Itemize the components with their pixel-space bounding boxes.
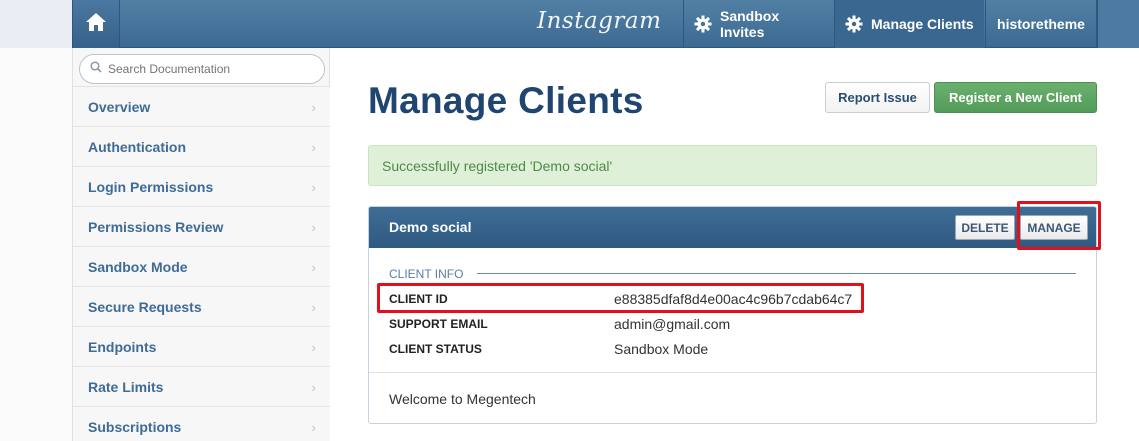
sidebar-item-login-permissions[interactable]: Login Permissions › [73, 166, 330, 206]
sidebar-item-overview[interactable]: Overview › [73, 86, 330, 126]
sidebar-item-authentication[interactable]: Authentication › [73, 126, 330, 166]
search-icon [90, 60, 102, 78]
sidebar-item-secure-requests[interactable]: Secure Requests › [73, 286, 330, 326]
search-box[interactable] [79, 54, 325, 84]
sidebar-item-label: Sandbox Mode [88, 258, 188, 275]
instagram-logo[interactable]: Instagram [537, 8, 661, 40]
sidebar-item-label: Overview [88, 98, 151, 115]
page-title: Manage Clients [368, 80, 644, 121]
support-email-row: SUPPORT EMAIL admin@gmail.com [389, 315, 730, 333]
nav-manage-clients[interactable]: Manage Clients [834, 0, 984, 48]
chevron-right-icon: › [311, 298, 316, 315]
navbar-left-spacer [0, 0, 72, 48]
success-alert-text: Successfully registered 'Demo social' [382, 157, 613, 174]
success-alert: Successfully registered 'Demo social' [368, 145, 1097, 186]
nav-sandbox-invites-label: Sandbox Invites [720, 8, 780, 40]
navbar-right-spacer [1097, 0, 1139, 48]
sidebar-item-sandbox-mode[interactable]: Sandbox Mode › [73, 246, 330, 286]
sidebar-item-label: Secure Requests [88, 298, 202, 315]
sidebar-nav-list: Overview › Authentication › Login Permis… [73, 86, 330, 441]
client-card: Demo social DELETE MANAGE CLIENT INFO CL… [368, 206, 1097, 424]
sidebar-item-label: Authentication [88, 138, 186, 155]
home-icon [85, 12, 107, 37]
support-email-label: SUPPORT EMAIL [389, 317, 488, 331]
gear-icon [845, 15, 863, 33]
client-status-row: CLIENT STATUS Sandbox Mode [389, 340, 708, 358]
report-issue-button[interactable]: Report Issue [825, 82, 930, 113]
chevron-right-icon: › [311, 138, 316, 155]
chevron-right-icon: › [311, 258, 316, 275]
sidebar-item-label: Rate Limits [88, 378, 164, 395]
chevron-right-icon: › [311, 338, 316, 355]
sidebar-item-label: Subscriptions [88, 418, 182, 435]
sidebar-item-subscriptions[interactable]: Subscriptions › [73, 406, 330, 441]
chevron-right-icon: › [311, 98, 316, 115]
card-divider [369, 372, 1096, 373]
support-email-value: admin@gmail.com [614, 316, 731, 332]
client-info-heading: CLIENT INFO [389, 267, 464, 281]
page-left-margin [0, 48, 72, 441]
nav-username-label: historetheme [997, 16, 1085, 32]
client-id-highlight [377, 283, 864, 313]
delete-client-button[interactable]: DELETE [955, 215, 1015, 240]
top-navbar: Instagram Sandbox Invites Manage Clients… [0, 0, 1139, 48]
client-description: Welcome to Megentech [389, 391, 536, 407]
nav-manage-clients-label: Manage Clients [871, 16, 974, 32]
chevron-right-icon: › [311, 378, 316, 395]
sidebar-item-permissions-review[interactable]: Permissions Review › [73, 206, 330, 246]
gear-icon [694, 15, 712, 33]
sidebar-item-rate-limits[interactable]: Rate Limits › [73, 366, 330, 406]
nav-sandbox-invites[interactable]: Sandbox Invites [683, 0, 833, 48]
chevron-right-icon: › [311, 418, 316, 435]
nav-user-account[interactable]: historetheme [985, 0, 1097, 48]
client-status-value: Sandbox Mode [614, 341, 709, 357]
client-card-header: Demo social DELETE MANAGE [369, 207, 1096, 248]
sidebar-item-label: Login Permissions [88, 178, 214, 195]
search-input[interactable] [108, 62, 308, 76]
sidebar-item-label: Permissions Review [88, 218, 224, 235]
register-new-client-button[interactable]: Register a New Client [934, 82, 1097, 113]
client-name: Demo social [389, 219, 472, 235]
chevron-right-icon: › [311, 218, 316, 235]
client-status-label: CLIENT STATUS [389, 342, 482, 356]
home-button[interactable] [72, 0, 120, 48]
docs-sidebar: Overview › Authentication › Login Permis… [72, 48, 330, 441]
chevron-right-icon: › [311, 178, 316, 195]
sidebar-item-endpoints[interactable]: Endpoints › [73, 326, 330, 366]
sidebar-item-label: Endpoints [88, 338, 157, 355]
manage-button-highlight [1017, 201, 1101, 250]
section-divider [477, 273, 1076, 274]
